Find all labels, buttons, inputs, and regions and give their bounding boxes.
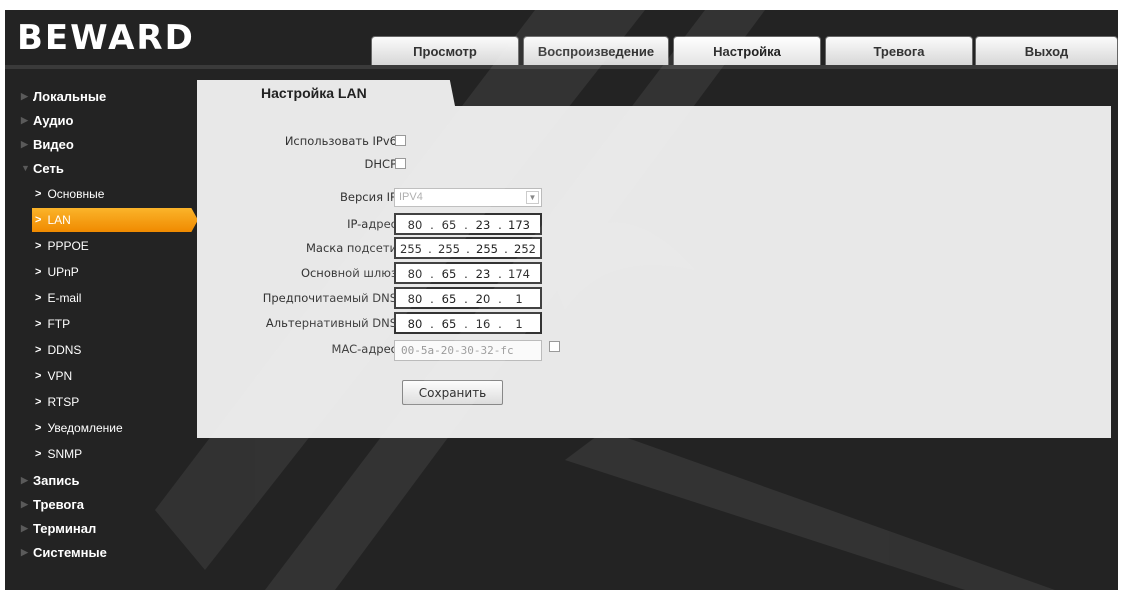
triangle-right-icon: ▶ [21, 546, 28, 557]
alternate-dns-field[interactable]: 80. 65. 16. 1 [394, 312, 542, 334]
chevron-right-icon: > [35, 240, 42, 252]
triangle-down-icon: ▼ [21, 163, 30, 173]
ip-version-label: Версия IP [340, 190, 397, 204]
ip-version-select[interactable]: IPV4 ▼ [394, 188, 542, 207]
sidebar-item-rtsp[interactable]: > RTSP [5, 390, 197, 414]
mac-address-field[interactable]: 00-5a-20-30-32-fc [394, 340, 542, 361]
beward-logo: BEWARD [17, 18, 195, 58]
dhcp-checkbox[interactable] [395, 158, 406, 169]
ip-address-field[interactable]: 80. 65. 23. 173 [394, 213, 542, 235]
subnet-mask-field[interactable]: 255. 255. 255. 252 [394, 237, 542, 259]
triangle-right-icon: ▶ [21, 138, 28, 149]
sidebar-item-snmp[interactable]: > SNMP [5, 442, 197, 466]
sidebar-item-terminal[interactable]: ▶ Терминал [5, 516, 197, 540]
chevron-right-icon: > [35, 422, 42, 434]
sidebar-item-ftp[interactable]: > FTP [5, 312, 197, 336]
sidebar-item-notification[interactable]: > Уведомление [5, 416, 197, 440]
tab-exit[interactable]: Выход [975, 36, 1118, 66]
sidebar-item-basic[interactable]: > Основные [5, 182, 197, 206]
sidebar-item-pppoe[interactable]: > PPPOE [5, 234, 197, 258]
chevron-right-icon: > [35, 370, 42, 382]
sidebar-item-system[interactable]: ▶ Системные [5, 540, 197, 564]
chevron-right-icon: > [35, 448, 42, 460]
sidebar-item-network[interactable]: ▼ Сеть [5, 156, 197, 180]
dhcp-label: DHCP [364, 157, 397, 171]
save-button[interactable]: Сохранить [402, 380, 503, 405]
tab-playback[interactable]: Воспроизведение [523, 36, 669, 66]
mac-address-label: MAC-адрес [331, 342, 397, 356]
triangle-right-icon: ▶ [21, 90, 28, 101]
app-frame: BEWARD Просмотр Воспроизведение Настройк… [5, 10, 1118, 590]
sidebar-item-audio[interactable]: ▶ Аудио [5, 108, 197, 132]
header-divider [5, 65, 1118, 69]
section-title: Настройка LAN [261, 85, 367, 101]
chevron-down-icon: ▼ [526, 191, 539, 204]
chevron-right-icon: > [35, 292, 42, 304]
subnet-mask-label: Маска подсети [305, 241, 397, 255]
chevron-right-icon: > [35, 396, 42, 408]
sidebar-item-ddns[interactable]: > DDNS [5, 338, 197, 362]
triangle-right-icon: ▶ [21, 114, 28, 125]
gateway-field[interactable]: 80. 65. 23. 174 [394, 262, 542, 284]
tab-settings[interactable]: Настройка [673, 36, 821, 66]
tab-view[interactable]: Просмотр [371, 36, 519, 66]
triangle-right-icon: ▶ [21, 474, 28, 485]
ipv6-checkbox[interactable] [395, 135, 406, 146]
ipv6-label: Использовать IPv6 [284, 134, 397, 148]
preferred-dns-label: Предпочитаемый DNS [262, 291, 397, 305]
sidebar-item-email[interactable]: > E-mail [5, 286, 197, 310]
chevron-right-icon: > [35, 266, 42, 278]
sidebar-item-lan[interactable]: > LAN [32, 208, 198, 232]
triangle-right-icon: ▶ [21, 498, 28, 509]
gateway-label: Основной шлюз [300, 266, 397, 280]
ip-address-label: IP-адрес [347, 217, 397, 231]
sidebar-item-local[interactable]: ▶ Локальные [5, 84, 197, 108]
preferred-dns-field[interactable]: 80. 65. 20. 1 [394, 287, 542, 309]
chevron-right-icon: > [35, 344, 42, 356]
mac-checkbox[interactable] [549, 341, 560, 352]
tab-alarm[interactable]: Тревога [825, 36, 973, 66]
chevron-right-icon: > [35, 188, 42, 200]
sidebar-item-video[interactable]: ▶ Видео [5, 132, 197, 156]
sidebar-item-upnp[interactable]: > UPnP [5, 260, 197, 284]
sidebar-item-vpn[interactable]: > VPN [5, 364, 197, 388]
alternate-dns-label: Альтернативный DNS [265, 316, 397, 330]
sidebar-item-alarm[interactable]: ▶ Тревога [5, 492, 197, 516]
chevron-right-icon: > [35, 318, 42, 330]
chevron-right-icon: > [35, 214, 42, 226]
triangle-right-icon: ▶ [21, 522, 28, 533]
sidebar-item-record[interactable]: ▶ Запись [5, 468, 197, 492]
